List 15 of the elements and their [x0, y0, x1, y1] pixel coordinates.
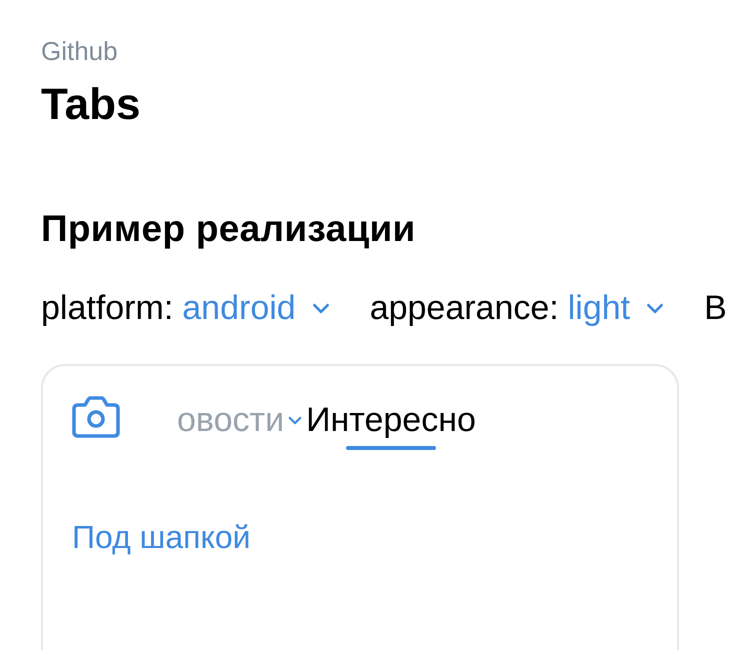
select-label: В: [704, 288, 727, 328]
chevron-down-icon: [312, 302, 330, 314]
content-link[interactable]: Под шапкой: [72, 517, 250, 557]
select-dropdown[interactable]: android: [182, 288, 330, 328]
tab[interactable]: Интересно: [306, 394, 476, 450]
page-title: Tabs: [41, 79, 140, 131]
breadcrumb-text: Github: [41, 36, 118, 66]
select-label: appearance:: [370, 288, 559, 328]
chevron-down-icon: [646, 302, 664, 314]
select-label: platform:: [41, 288, 174, 328]
tab[interactable]: овости: [177, 394, 302, 450]
chevron-down-icon: [288, 416, 302, 424]
section-title: Пример реализации: [41, 207, 416, 251]
select-dropdown[interactable]: light: [568, 288, 664, 328]
camera-icon[interactable]: [72, 396, 120, 438]
